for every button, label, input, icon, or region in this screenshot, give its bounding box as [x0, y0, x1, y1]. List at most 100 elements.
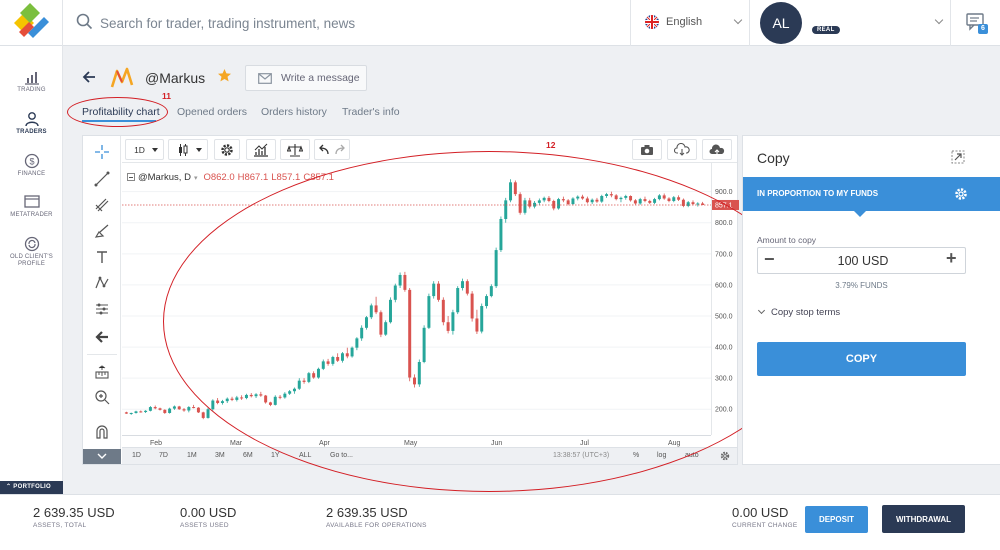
candle: [187, 406, 191, 413]
sidebar-item-finance[interactable]: $ FINANCE: [0, 153, 63, 178]
candle: [201, 411, 205, 420]
messages-count-badge: 6: [978, 24, 988, 34]
candle-body: [187, 407, 191, 411]
increase-amount-button[interactable]: +: [946, 248, 957, 269]
legend-collapse-icon[interactable]: [127, 173, 135, 181]
sidebar-item-label: TRADERS: [16, 129, 47, 135]
bar-chart-icon: [24, 72, 39, 85]
messages-button[interactable]: 6: [950, 0, 1000, 46]
candle-body: [182, 409, 186, 411]
time-tick-label: Mar: [230, 440, 243, 447]
crosshair-tool[interactable]: [83, 141, 121, 163]
candle-body: [192, 407, 196, 409]
avatar[interactable]: AL: [760, 2, 802, 44]
indicators-button[interactable]: [246, 139, 276, 160]
back-arrow-icon[interactable]: [82, 70, 96, 84]
screenshot-button[interactable]: [632, 139, 662, 160]
tools-collapse-button[interactable]: [83, 449, 121, 464]
trend-line-tool[interactable]: [83, 168, 121, 190]
magnet-tool[interactable]: [83, 421, 121, 443]
annotation-oval-chart: [163, 151, 815, 492]
favorite-star-icon[interactable]: [217, 68, 232, 83]
crosshair-icon: [95, 145, 109, 159]
gear-icon[interactable]: [954, 187, 968, 201]
stat-label: ASSETS USED: [180, 522, 229, 529]
candle: [148, 406, 152, 412]
chevron-down-icon: [733, 15, 743, 25]
copy-stop-terms-toggle[interactable]: Copy stop terms: [757, 306, 841, 318]
amount-input[interactable]: 100 USD: [808, 254, 918, 268]
stat-value: 0.00 USD: [180, 505, 237, 520]
redo-icon[interactable]: [334, 144, 346, 156]
undo-icon[interactable]: [318, 144, 330, 156]
sidebar-item-metatrader[interactable]: METATRADER: [0, 195, 63, 219]
decrease-amount-button[interactable]: −: [764, 249, 775, 270]
remove-drawings-tool[interactable]: [83, 326, 121, 348]
chevron-down-icon: [757, 306, 766, 315]
refresh-icon: [24, 236, 39, 252]
chevron-up-icon: ⌃: [6, 484, 12, 490]
chart-type-selector[interactable]: [168, 139, 208, 160]
copy-button[interactable]: COPY: [757, 342, 966, 376]
expand-icon[interactable]: [951, 150, 965, 164]
language-label: English: [666, 16, 703, 28]
range-7d[interactable]: 7D: [159, 452, 168, 459]
save-layout-button[interactable]: [702, 139, 732, 160]
pattern-tool[interactable]: [83, 272, 121, 294]
sidebar-item-label: OLD CLIENT'S PROFILE: [10, 254, 53, 267]
stat-label: AVAILABLE FOR OPERATIONS: [326, 522, 427, 529]
app-logo-icon: [14, 3, 49, 38]
language-selector[interactable]: English: [630, 0, 750, 46]
sidebar-item-old-client-profile[interactable]: OLD CLIENT'S PROFILE: [0, 236, 63, 268]
sidebar-item-traders[interactable]: TRADERS: [0, 111, 63, 136]
copy-mode-selector[interactable]: IN PROPORTION TO MY FUNDS: [743, 177, 1000, 211]
search-input[interactable]: [100, 8, 610, 38]
magnet-icon: [96, 425, 108, 439]
account-chevron-down-icon[interactable]: [934, 15, 944, 25]
uk-flag-icon: [645, 15, 659, 29]
load-layout-button[interactable]: [667, 139, 697, 160]
brush-tool[interactable]: [83, 220, 121, 242]
range-1d[interactable]: 1D: [132, 452, 141, 459]
candlestick-icon: [179, 143, 188, 156]
portfolio-toggle[interactable]: ⌃ PORTFOLIO: [0, 481, 63, 494]
trend-line-icon: [94, 171, 110, 187]
range-6m[interactable]: 6M: [243, 452, 253, 459]
fib-tool[interactable]: [83, 194, 121, 216]
candle-body: [134, 411, 138, 413]
candle: [124, 411, 128, 414]
undo-redo-group: [314, 139, 350, 160]
compare-button[interactable]: [280, 139, 310, 160]
range-1y[interactable]: 1Y: [271, 452, 280, 459]
sidebar-item-label: FINANCE: [17, 171, 46, 177]
prediction-tool[interactable]: [83, 298, 121, 320]
tab-orders-history[interactable]: Orders history: [261, 106, 327, 118]
gear-icon[interactable]: [720, 451, 730, 461]
text-tool[interactable]: [83, 246, 121, 268]
interval-label: 1D: [134, 144, 145, 155]
withdrawal-button[interactable]: WITHDRAWAL: [882, 505, 965, 533]
tab-traders-info[interactable]: Trader's info: [342, 106, 400, 118]
stat-value: 2 639.35 USD: [33, 505, 115, 520]
candle-body: [206, 409, 210, 418]
zoom-tool[interactable]: [83, 386, 121, 408]
measure-tool[interactable]: [83, 361, 121, 383]
ruler-icon: [95, 365, 109, 379]
trader-logo-icon: [110, 67, 134, 88]
deposit-button[interactable]: DEPOSIT: [805, 506, 868, 533]
write-message-button[interactable]: Write a message: [245, 65, 367, 91]
sidebar-item-trading[interactable]: TRADING: [0, 70, 63, 94]
interval-selector[interactable]: 1D: [125, 139, 164, 160]
range-3m[interactable]: 3M: [215, 452, 225, 459]
tab-opened-orders[interactable]: Opened orders: [177, 106, 247, 118]
chart-settings-button[interactable]: [214, 139, 240, 160]
candle-body: [177, 406, 181, 410]
candle-body: [148, 407, 152, 411]
pattern-icon: [95, 276, 109, 289]
range-1m[interactable]: 1M: [187, 452, 197, 459]
copy-stop-terms-label: Copy stop terms: [771, 307, 841, 318]
logo[interactable]: [0, 0, 63, 46]
text-icon: [97, 251, 107, 263]
candle: [139, 410, 143, 413]
candle-body: [139, 411, 143, 413]
